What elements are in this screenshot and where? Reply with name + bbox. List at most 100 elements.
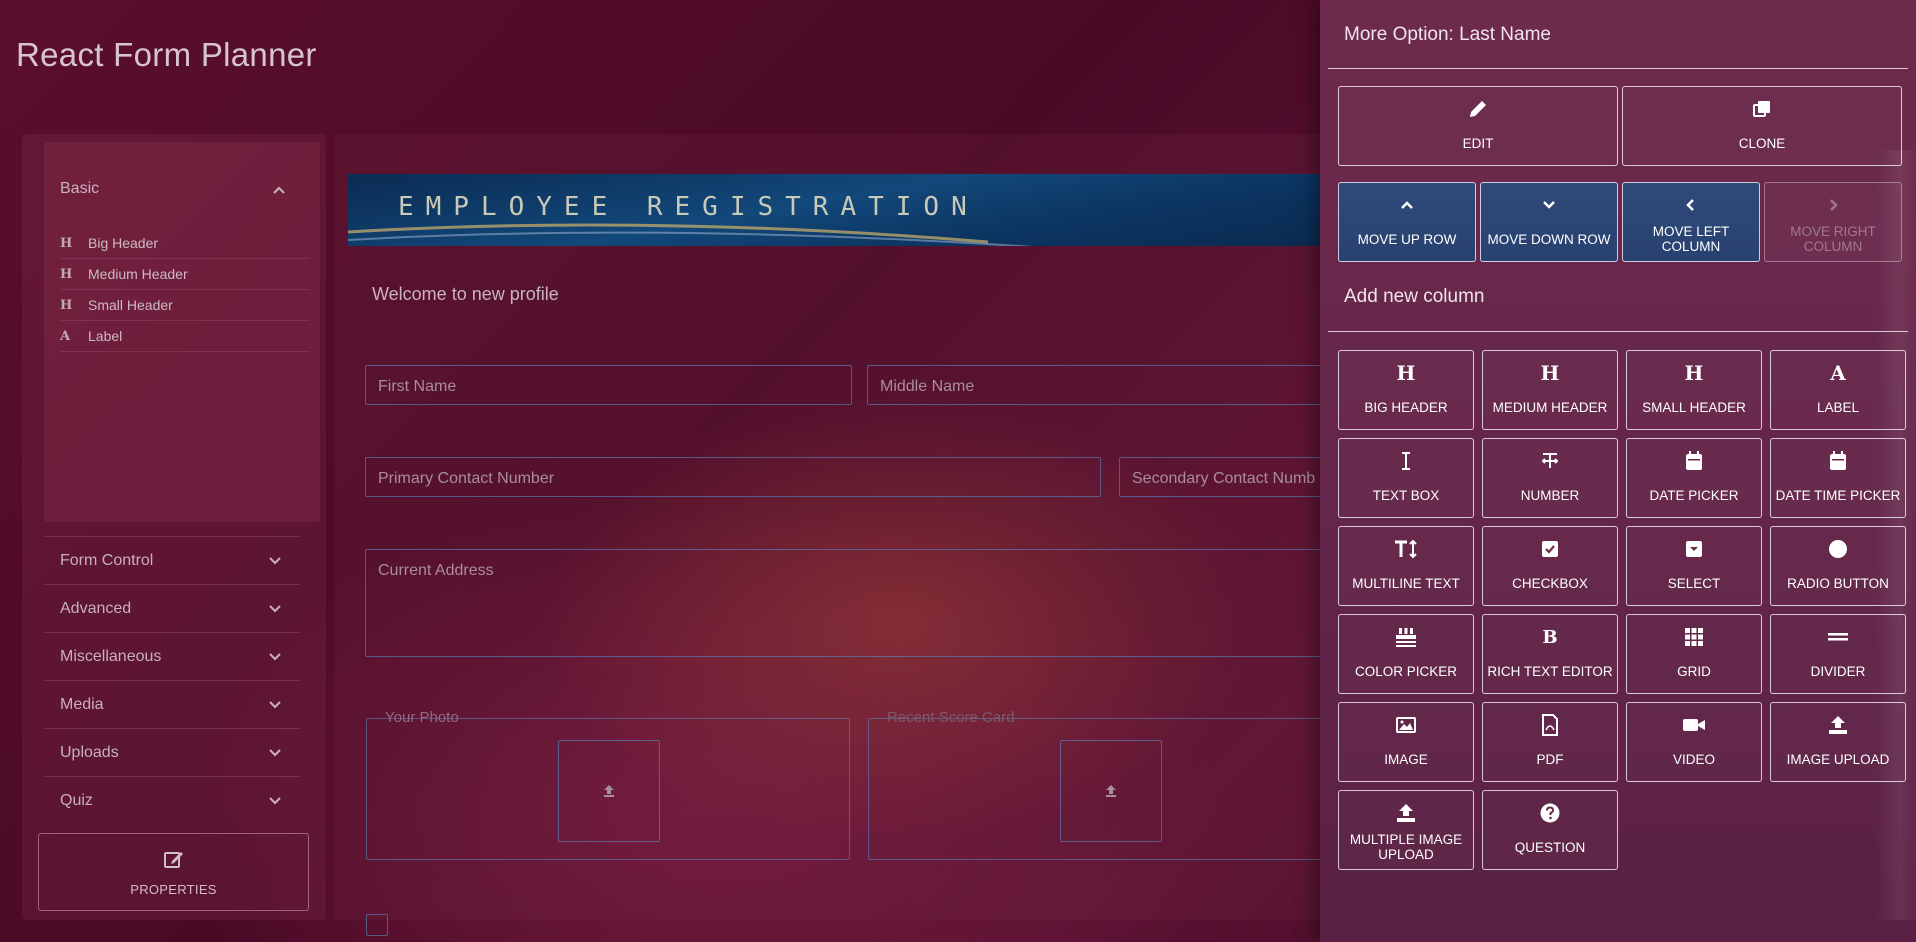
- secondary-contact-field[interactable]: Secondary Contact Numb: [1119, 457, 1329, 497]
- toolbox-item-big-header[interactable]: H Big Header: [60, 228, 310, 259]
- add-medium-header-button[interactable]: H MEDIUM HEADER: [1482, 350, 1618, 430]
- chevron-up-icon: [1401, 201, 1413, 209]
- tile-label: QUESTION: [1514, 839, 1586, 855]
- add-grid-button[interactable]: GRID: [1626, 614, 1762, 694]
- photo-upload-dropzone[interactable]: [558, 740, 660, 842]
- add-rich-text-editor-button[interactable]: B RICH TEXT EDITOR: [1482, 614, 1618, 694]
- section-miscellaneous[interactable]: Miscellaneous: [44, 632, 300, 680]
- chevron-up-icon[interactable]: [270, 181, 288, 199]
- add-multiline-text-button[interactable]: MULTILINE TEXT: [1338, 526, 1474, 606]
- section-media[interactable]: Media: [44, 680, 300, 728]
- text-height-icon: [1395, 539, 1417, 559]
- properties-label: PROPERTIES: [130, 881, 217, 897]
- add-color-picker-button[interactable]: COLOR PICKER: [1338, 614, 1474, 694]
- toolbox-item-label[interactable]: A Label: [60, 321, 310, 352]
- chevron-down-icon: [269, 748, 281, 756]
- upload-icon: [1829, 716, 1847, 734]
- section-quiz[interactable]: Quiz: [44, 776, 300, 824]
- tile-label: CHECKBOX: [1512, 575, 1588, 591]
- chevron-down-icon: [269, 700, 281, 708]
- section-label: Form Control: [60, 551, 154, 569]
- move-left-column-button[interactable]: MOVE LEFT COLUMN: [1622, 182, 1760, 262]
- add-pdf-button[interactable]: PDF: [1482, 702, 1618, 782]
- header-icon: H: [60, 266, 73, 282]
- add-text-box-button[interactable]: TEXT BOX: [1338, 438, 1474, 518]
- photo-upload-label: Your Photo: [385, 709, 459, 726]
- first-name-field[interactable]: First Name: [365, 365, 852, 405]
- tile-label: COLOR PICKER: [1354, 663, 1458, 679]
- add-small-header-button[interactable]: H SMALL HEADER: [1626, 350, 1762, 430]
- app-title: React Form Planner: [16, 36, 317, 73]
- form-welcome-text[interactable]: Welcome to new profile: [372, 284, 559, 305]
- middle-name-field[interactable]: Middle Name: [867, 365, 1327, 405]
- banner-title: EMPLOYEE REGISTRATION: [398, 192, 979, 222]
- clone-button[interactable]: CLONE: [1622, 86, 1902, 166]
- upload-icon: [1397, 804, 1415, 822]
- form-banner-image[interactable]: EMPLOYEE REGISTRATION: [348, 174, 1338, 246]
- toolbox-item-medium-header[interactable]: H Medium Header: [60, 259, 310, 290]
- tile-label: DATE TIME PICKER: [1775, 487, 1901, 503]
- section-label: Quiz: [60, 791, 93, 809]
- add-video-button[interactable]: VIDEO: [1626, 702, 1762, 782]
- section-label: Media: [60, 695, 104, 713]
- add-number-button[interactable]: NUMBER: [1482, 438, 1618, 518]
- grid-icon: [1685, 628, 1703, 646]
- tile-label: DIVIDER: [1810, 663, 1866, 679]
- chevron-right-icon: [1830, 199, 1838, 211]
- number-icon: [1541, 453, 1559, 468]
- image-icon: [1396, 717, 1416, 733]
- tile-label: MULTIPLE IMAGE UPLOAD: [1349, 832, 1463, 862]
- primary-contact-field[interactable]: Primary Contact Number: [365, 457, 1101, 497]
- section-form-control[interactable]: Form Control: [44, 536, 300, 584]
- tile-label: MEDIUM HEADER: [1492, 399, 1608, 415]
- edit-square-icon: [163, 851, 183, 868]
- chevron-left-icon: [1686, 199, 1694, 211]
- chevron-down-icon: [1543, 201, 1555, 209]
- move-right-column-button[interactable]: MOVE RIGHT COLUMN: [1764, 182, 1902, 262]
- pencil-icon: [1470, 101, 1486, 117]
- move-down-row-button[interactable]: MOVE DOWN ROW: [1480, 182, 1618, 262]
- properties-button[interactable]: PROPERTIES: [38, 833, 309, 911]
- radio-circle-icon: [1829, 540, 1847, 558]
- current-address-field[interactable]: Current Address: [365, 549, 1330, 657]
- label-icon: A: [60, 328, 71, 344]
- move-up-label: MOVE UP ROW: [1357, 231, 1457, 247]
- add-question-button[interactable]: QUESTION: [1482, 790, 1618, 870]
- toolbox-item-label: Big Header: [88, 235, 159, 251]
- add-date-time-picker-button[interactable]: DATE TIME PICKER: [1770, 438, 1906, 518]
- toolbox-item-label: Medium Header: [88, 266, 188, 282]
- add-big-header-button[interactable]: H BIG HEADER: [1338, 350, 1474, 430]
- toolbox-item-small-header[interactable]: H Small Header: [60, 290, 310, 321]
- bold-icon: B: [1542, 626, 1558, 648]
- chevron-down-icon: [269, 796, 281, 804]
- move-up-row-button[interactable]: MOVE UP ROW: [1338, 182, 1476, 262]
- divider-icon: [1828, 633, 1848, 641]
- add-date-picker-button[interactable]: DATE PICKER: [1626, 438, 1762, 518]
- tile-label: IMAGE UPLOAD: [1786, 751, 1890, 767]
- add-checkbox-button[interactable]: CHECKBOX: [1482, 526, 1618, 606]
- basic-section-header[interactable]: Basic: [60, 180, 99, 198]
- edit-button[interactable]: EDIT: [1338, 86, 1618, 166]
- score-card-upload-dropzone[interactable]: [1060, 740, 1162, 842]
- move-left-label: MOVE LEFT COLUMN: [1652, 224, 1730, 254]
- drawer-title: More Option: Last Name: [1344, 24, 1551, 45]
- add-image-button[interactable]: IMAGE: [1338, 702, 1474, 782]
- select-caret-icon: [1686, 541, 1702, 557]
- add-multiple-image-upload-button[interactable]: MULTIPLE IMAGE UPLOAD: [1338, 790, 1474, 870]
- add-select-button[interactable]: SELECT: [1626, 526, 1762, 606]
- palette-icon: [1396, 628, 1416, 647]
- form-checkbox[interactable]: [366, 914, 388, 936]
- checkbox-icon: [1542, 541, 1558, 557]
- video-camera-icon: [1683, 719, 1705, 731]
- move-down-label: MOVE DOWN ROW: [1487, 231, 1611, 247]
- add-label-button[interactable]: A LABEL: [1770, 350, 1906, 430]
- tile-label: PDF: [1536, 751, 1564, 767]
- header-icon: H: [60, 297, 73, 313]
- section-advanced[interactable]: Advanced: [44, 584, 300, 632]
- add-divider-button[interactable]: DIVIDER: [1770, 614, 1906, 694]
- section-label: Miscellaneous: [60, 647, 162, 665]
- section-uploads[interactable]: Uploads: [44, 728, 300, 776]
- add-image-upload-button[interactable]: IMAGE UPLOAD: [1770, 702, 1906, 782]
- add-radio-button-button[interactable]: RADIO BUTTON: [1770, 526, 1906, 606]
- tile-label: NUMBER: [1520, 487, 1580, 503]
